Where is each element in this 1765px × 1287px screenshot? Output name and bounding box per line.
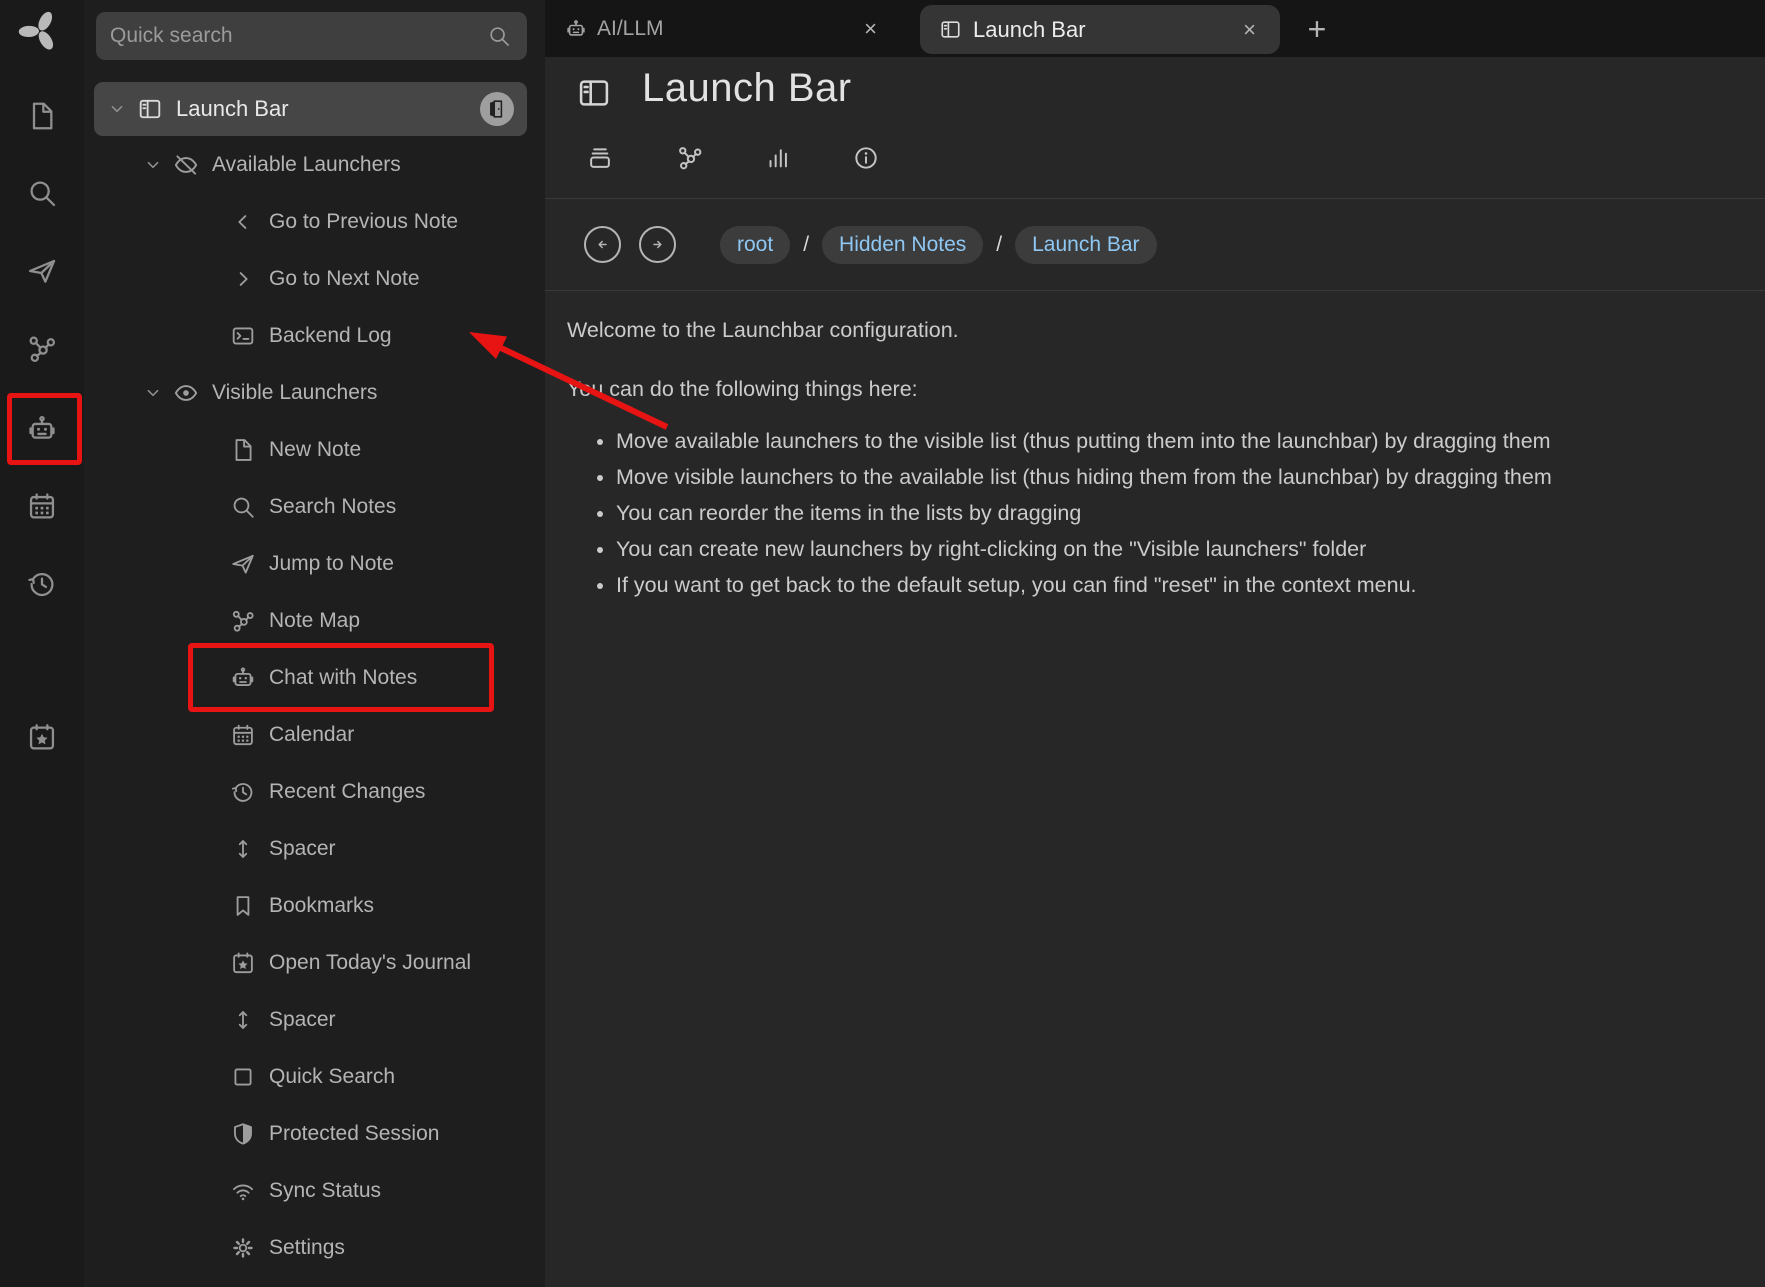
intro-paragraph: Welcome to the Launchbar configuration. <box>567 318 1735 343</box>
spacer-icon <box>230 836 256 862</box>
search-icon <box>487 24 511 48</box>
new-tab-button[interactable]: + <box>1297 9 1337 49</box>
quick-search-input[interactable] <box>96 24 487 48</box>
tree-item-calendar[interactable]: Calendar <box>84 706 545 763</box>
tree-item-backend-log[interactable]: Backend Log <box>84 307 545 364</box>
page-title: Launch Bar <box>642 66 852 111</box>
tree-item-chat-with-notes[interactable]: Chat with Notes <box>84 649 545 706</box>
tab-bar: AI/LLM × Launch Bar × + <box>545 0 1765 57</box>
tree-item-note-map[interactable]: Note Map <box>84 592 545 649</box>
recent-changes-icon <box>230 779 256 805</box>
note-map-icon <box>230 608 256 634</box>
breadcrumb-item-launch-bar[interactable]: Launch Bar <box>1015 226 1156 264</box>
new-note-icon[interactable] <box>20 94 64 138</box>
tree-item-visible-launchers[interactable]: Visible Launchers <box>84 364 545 421</box>
tab-ai-llm[interactable]: AI/LLM × <box>557 0 905 57</box>
launch-bar-icon <box>939 18 962 41</box>
note-title-row: Launch Bar <box>545 66 852 111</box>
tree-item-available-launchers[interactable]: Available Launchers <box>84 136 545 193</box>
tree-item-jump-to-note[interactable]: Jump to Note <box>84 535 545 592</box>
tree-item-protected-session[interactable]: Protected Session <box>84 1105 545 1162</box>
list-item: Move available launchers to the visible … <box>616 428 1735 455</box>
new-note-icon <box>230 437 256 463</box>
note-map-icon[interactable] <box>20 327 64 371</box>
todays-journal-icon[interactable] <box>20 715 64 759</box>
calendar-icon <box>230 722 256 748</box>
list-item: Move visible launchers to the available … <box>616 464 1735 491</box>
trilium-logo <box>17 8 63 56</box>
search-icon[interactable] <box>20 171 64 215</box>
chat-robot-icon <box>230 665 256 691</box>
tree-item-bookmarks[interactable]: Bookmarks <box>84 877 545 934</box>
chevron-down-icon[interactable] <box>106 98 128 120</box>
eye-off-icon <box>173 152 199 178</box>
arrow-right-circle-icon[interactable] <box>639 226 676 263</box>
launch-bar-icon <box>576 75 612 111</box>
bookmark-icon <box>230 893 256 919</box>
tree-item-sync-status[interactable]: Sync Status <box>84 1162 545 1219</box>
tree-item-go-to-previous-note[interactable]: Go to Previous Note <box>84 193 545 250</box>
tree-item-new-note[interactable]: New Note <box>84 421 545 478</box>
recent-changes-icon[interactable] <box>20 562 64 606</box>
tree-item-spacer[interactable]: Spacer <box>84 820 545 877</box>
breadcrumb-separator: / <box>996 233 1002 257</box>
eye-icon <box>173 380 199 406</box>
terminal-icon <box>230 323 256 349</box>
tab-launch-bar[interactable]: Launch Bar × <box>920 5 1280 54</box>
breadcrumb-item-hidden-notes[interactable]: Hidden Notes <box>822 226 983 264</box>
chevron-down-icon[interactable] <box>142 154 164 176</box>
note-map-icon[interactable] <box>668 144 712 174</box>
tree-item-settings[interactable]: Settings <box>84 1219 545 1276</box>
calendar-icon[interactable] <box>20 484 64 528</box>
list-item: If you want to get back to the default s… <box>616 572 1735 599</box>
close-icon[interactable]: × <box>1243 19 1256 41</box>
wifi-icon <box>230 1178 256 1204</box>
launch-bar-icon <box>137 96 163 122</box>
chevron-down-icon[interactable] <box>142 382 164 404</box>
bar-chart-icon[interactable] <box>756 144 800 174</box>
search-icon <box>230 494 256 520</box>
info-icon[interactable] <box>844 144 888 174</box>
tree-item-search-notes[interactable]: Search Notes <box>84 478 545 535</box>
shield-icon <box>230 1121 256 1147</box>
breadcrumb: root / Hidden Notes / Launch Bar <box>545 198 1765 291</box>
tree-item-open-todays-journal[interactable]: Open Today's Journal <box>84 934 545 991</box>
square-icon <box>230 1064 256 1090</box>
instructions-list: Move available launchers to the visible … <box>567 428 1735 599</box>
breadcrumb-item-root[interactable]: root <box>720 226 790 264</box>
spacer-icon <box>230 1007 256 1033</box>
tree-item-recent-changes[interactable]: Recent Changes <box>84 763 545 820</box>
jump-to-note-icon[interactable] <box>20 249 64 293</box>
tree-item-spacer[interactable]: Spacer <box>84 991 545 1048</box>
chevron-right-icon <box>230 266 256 292</box>
archive-icon[interactable] <box>578 144 622 174</box>
tree-item-quick-search[interactable]: Quick Search <box>84 1048 545 1105</box>
launcher-rail <box>0 0 84 1287</box>
quick-search-box[interactable] <box>96 12 527 60</box>
tree-item-go-to-next-note[interactable]: Go to Next Note <box>84 250 545 307</box>
note-tree-panel: Launch Bar Available Launchers Go to Pre… <box>84 0 545 1287</box>
todays-journal-icon <box>230 950 256 976</box>
note-content: Welcome to the Launchbar configuration. … <box>545 291 1765 608</box>
tree-item-launch-bar[interactable]: Launch Bar <box>94 82 527 136</box>
note-detail-pane: AI/LLM × Launch Bar × + Launch Bar root … <box>545 0 1765 1287</box>
jump-to-note-icon <box>230 551 256 577</box>
chat-robot-icon[interactable] <box>20 407 64 451</box>
arrow-left-circle-icon[interactable] <box>584 226 621 263</box>
open-door-icon[interactable] <box>480 92 514 126</box>
close-icon[interactable]: × <box>864 18 877 40</box>
chevron-left-icon <box>230 209 256 235</box>
chat-robot-icon <box>565 18 587 40</box>
gear-icon <box>230 1235 256 1261</box>
list-item: You can create new launchers by right-cl… <box>616 536 1735 563</box>
intro-paragraph: You can do the following things here: <box>567 377 1735 402</box>
list-item: You can reorder the items in the lists b… <box>616 500 1735 527</box>
breadcrumb-separator: / <box>803 233 809 257</box>
